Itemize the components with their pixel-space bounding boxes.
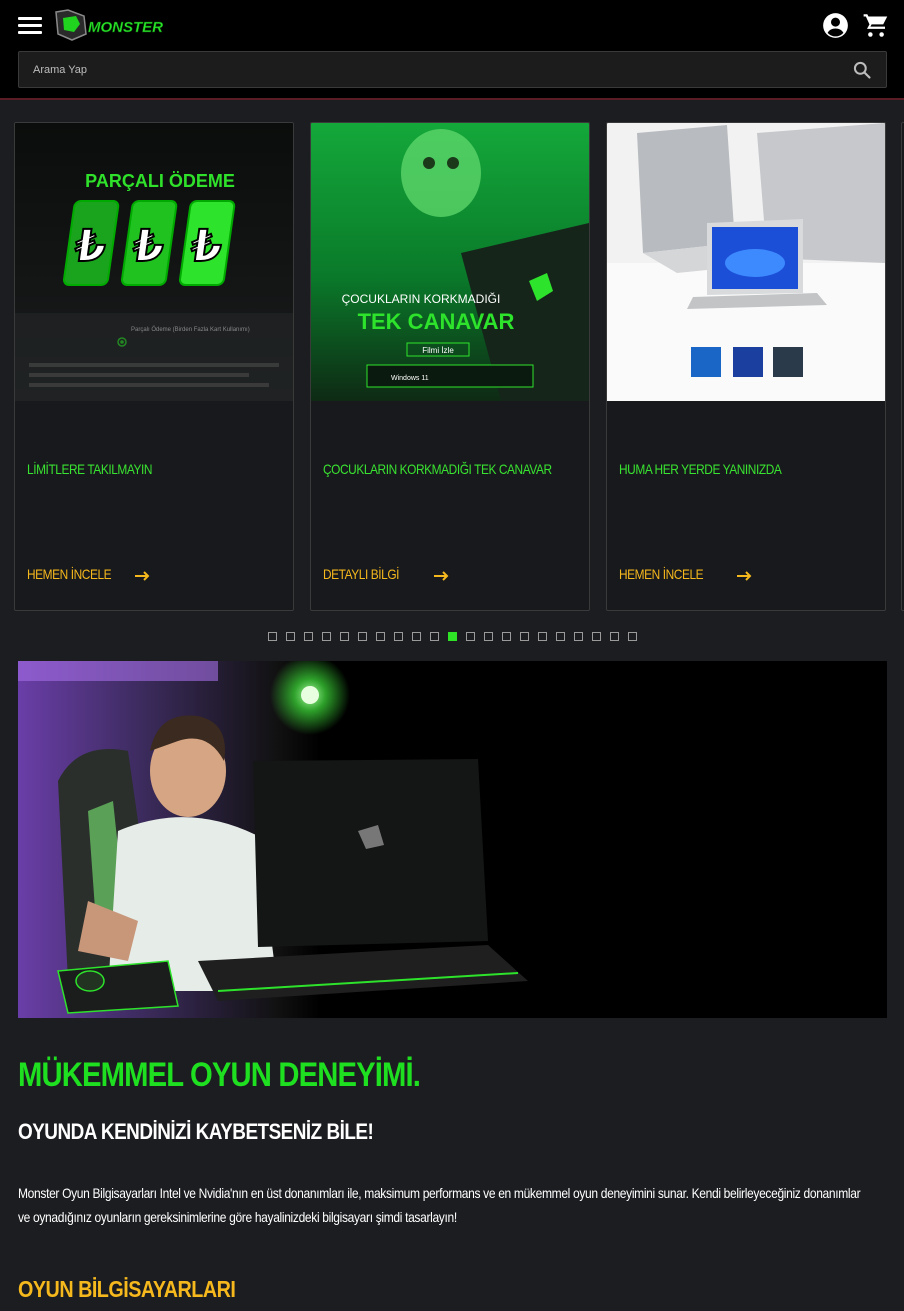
search-input[interactable]: [33, 52, 813, 87]
carousel-dot[interactable]: [574, 632, 583, 641]
carousel-dot[interactable]: [412, 632, 421, 641]
carousel-dot[interactable]: [484, 632, 493, 641]
carousel-dot[interactable]: [520, 632, 529, 641]
promo-image-split-payment: PARÇALI ÖDEME ₺ ₺ ₺ Parçalı Ödeme (Birde…: [15, 123, 293, 401]
arrow-right-icon: [135, 571, 150, 581]
search-box: [18, 51, 887, 88]
account-circle-icon[interactable]: [822, 12, 849, 39]
carousel-dot[interactable]: [556, 632, 565, 641]
promo-card-link[interactable]: HEMEN İNCELE: [27, 566, 150, 582]
promo-card-link-label: HEMEN İNCELE: [619, 566, 704, 582]
hero-gamer-image: [18, 661, 887, 1018]
section-title-gaming-pcs: OYUN BİLGİSAYARLARI: [18, 1276, 236, 1302]
promo-card-title[interactable]: LİMİTLERE TAKILMAYIN: [27, 461, 153, 477]
svg-text:ÇOCUKLARIN KORKMADIĞI: ÇOCUKLARIN KORKMADIĞI: [342, 291, 501, 306]
subheadline: OYUNDA KENDİNİZİ KAYBETSENİZ BİLE!: [18, 1119, 374, 1144]
promo-card[interactable]: HUMA HER YERDE YANINIZDA HEMEN İNCELE: [606, 122, 886, 611]
svg-text:MONSTER: MONSTER: [88, 19, 163, 36]
promo-carousel[interactable]: PARÇALI ÖDEME ₺ ₺ ₺ Parçalı Ödeme (Birde…: [0, 122, 904, 612]
svg-text:PARÇALI ÖDEME: PARÇALI ÖDEME: [85, 171, 235, 191]
arrow-right-icon: [434, 571, 449, 581]
description-paragraph: Monster Oyun Bilgisayarları Intel ve Nvi…: [18, 1185, 861, 1225]
carousel-dot[interactable]: [358, 632, 367, 641]
promo-image-huma-laptop: [607, 123, 885, 401]
search-icon[interactable]: [852, 60, 872, 80]
carousel-dot[interactable]: [430, 632, 439, 641]
svg-text:Parçalı Ödeme (Birden Fazla Ka: Parçalı Ödeme (Birden Fazla Kart Kullanı…: [131, 326, 250, 333]
promo-card-link[interactable]: DETAYLI BİLGİ: [323, 566, 449, 582]
carousel-dot[interactable]: [304, 632, 313, 641]
promo-card[interactable]: PARÇALI ÖDEME ₺ ₺ ₺ Parçalı Ödeme (Birde…: [14, 122, 294, 611]
promo-card-title[interactable]: HUMA HER YERDE YANINIZDA: [619, 461, 782, 477]
top-header: MONSTER: [0, 0, 904, 100]
carousel-dot[interactable]: [376, 632, 385, 641]
svg-text:TEK CANAVAR: TEK CANAVAR: [358, 309, 515, 334]
carousel-dot[interactable]: [610, 632, 619, 641]
promo-card-link-label: HEMEN İNCELE: [27, 566, 112, 582]
carousel-dot[interactable]: [268, 632, 277, 641]
headline: MÜKEMMEL OYUN DENEYİMİ.: [18, 1056, 421, 1094]
promo-card-link[interactable]: HEMEN İNCELE: [619, 566, 752, 582]
promo-card-title[interactable]: ÇOCUKLARIN KORKMADIĞI TEK CANAVAR: [323, 461, 552, 477]
svg-text:Windows 11: Windows 11: [391, 375, 429, 382]
promo-image-monster-movie: ÇOCUKLARIN KORKMADIĞI TEK CANAVAR Filmi …: [311, 123, 589, 401]
carousel-dot[interactable]: [448, 632, 457, 641]
carousel-dot[interactable]: [502, 632, 511, 641]
shopping-cart-icon[interactable]: [862, 12, 890, 39]
carousel-dot[interactable]: [466, 632, 475, 641]
carousel-pagination: [0, 632, 904, 642]
promo-card-link-label: DETAYLI BİLGİ: [323, 566, 400, 582]
carousel-dot[interactable]: [628, 632, 637, 641]
hamburger-menu-icon[interactable]: [18, 14, 42, 36]
carousel-dot[interactable]: [538, 632, 547, 641]
carousel-dot[interactable]: [322, 632, 331, 641]
promo-card[interactable]: ÇOCUKLARIN KORKMADIĞI TEK CANAVAR Filmi …: [310, 122, 590, 611]
carousel-dot[interactable]: [340, 632, 349, 641]
svg-text:Filmi İzle: Filmi İzle: [422, 346, 454, 355]
arrow-right-icon: [737, 571, 752, 581]
carousel-dot[interactable]: [286, 632, 295, 641]
carousel-dot[interactable]: [394, 632, 403, 641]
carousel-dot[interactable]: [592, 632, 601, 641]
monster-logo[interactable]: MONSTER: [54, 8, 166, 42]
